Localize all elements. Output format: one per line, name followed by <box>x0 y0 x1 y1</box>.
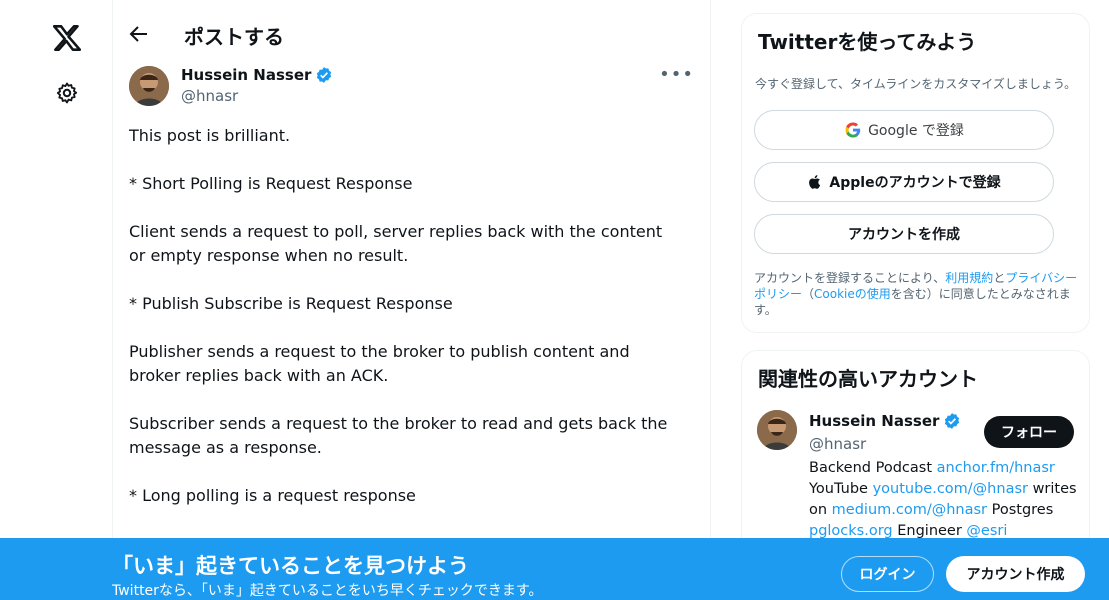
bio-link[interactable]: @esri <box>966 523 1007 539</box>
bio-link[interactable]: anchor.fm/hnasr <box>937 460 1055 476</box>
main-column: ポストする Hussein Nasser @hnasr ••• This pos… <box>112 0 711 600</box>
post-paragraph: This post is brilliant. <box>129 126 291 145</box>
related-bio: Backend Podcast anchor.fm/hnasr YouTube … <box>809 458 1079 542</box>
author-handle[interactable]: @hnasr <box>181 87 238 105</box>
post-paragraph: Client sends a request to poll, server r… <box>129 222 668 265</box>
apple-signup-button[interactable]: Appleのアカウントで登録 <box>754 162 1054 202</box>
login-button[interactable]: ログイン <box>841 556 934 592</box>
related-name[interactable]: Hussein Nasser <box>809 412 961 430</box>
header: ポストする <box>113 0 710 64</box>
google-signup-button[interactable]: Google で登録 <box>754 110 1054 150</box>
apple-icon <box>809 175 821 189</box>
legal-prefix: アカウントを登録することにより、 <box>754 271 946 285</box>
author-name[interactable]: Hussein Nasser <box>181 66 333 84</box>
post-text: This post is brilliant. * Short Polling … <box>129 124 669 532</box>
related-handle[interactable]: @hnasr <box>809 435 866 453</box>
signup-subtitle: 今すぐ登録して、タイムラインをカスタマイズしましょう。 <box>755 77 1077 91</box>
x-logo-icon[interactable] <box>50 21 84 55</box>
more-options-icon[interactable]: ••• <box>659 64 694 85</box>
create-account-label[interactable]: アカウントを作成 <box>848 224 960 244</box>
cookie-link[interactable]: Cookieの使用 <box>814 287 891 301</box>
legal-and: と <box>993 271 1006 285</box>
bio-text: Postgres <box>987 502 1054 518</box>
left-nav <box>0 0 112 600</box>
apple-signup-label[interactable]: Appleのアカウントで登録 <box>829 172 1000 192</box>
create-account-button[interactable]: アカウントを作成 <box>754 214 1054 254</box>
bio-link[interactable]: medium.com/@hnasr <box>832 502 987 518</box>
signup-banner: 「いま」起きていることを見つけよう Twitterなら、「いま」起きていることを… <box>0 538 1109 600</box>
post-paragraph: Publisher sends a request to the broker … <box>129 342 635 385</box>
bio-text: Backend Podcast <box>809 460 937 476</box>
legal-paren: （ <box>802 287 815 301</box>
signup-title: Twitterを使ってみよう <box>758 30 977 54</box>
post-paragraph: * Long polling is a request response <box>129 486 416 505</box>
banner-subtitle: Twitterなら、「いま」起きていることをいち早くチェックできます。 <box>112 583 543 599</box>
bio-text: YouTube <box>809 481 873 497</box>
back-arrow-icon[interactable] <box>127 22 151 46</box>
legal-text: アカウントを登録することにより、利用規約とプライバシーポリシー（Cookieの使… <box>754 270 1084 318</box>
signup-card: Twitterを使ってみよう 今すぐ登録して、タイムラインをカスタマイズしましょ… <box>741 13 1090 333</box>
google-signup-label[interactable]: Google で登録 <box>868 120 964 140</box>
related-name-text[interactable]: Hussein Nasser <box>809 412 939 430</box>
post-paragraph: Subscriber sends a request to the broker… <box>129 414 673 457</box>
author-name-text[interactable]: Hussein Nasser <box>181 66 311 84</box>
related-avatar[interactable] <box>757 410 797 450</box>
terms-link[interactable]: 利用規約 <box>945 271 993 285</box>
related-title: 関連性の高いアカウント <box>758 367 978 391</box>
avatar[interactable] <box>129 66 169 106</box>
page-title: ポストする <box>184 25 284 49</box>
banner-title: 「いま」起きていることを見つけよう <box>112 554 469 578</box>
google-icon <box>845 122 861 138</box>
verified-badge-icon <box>945 413 960 429</box>
banner-create-account-button[interactable]: アカウント作成 <box>946 556 1085 592</box>
bio-link[interactable]: pglocks.org <box>809 523 893 539</box>
bio-link[interactable]: youtube.com/@hnasr <box>873 481 1028 497</box>
follow-button[interactable]: フォロー <box>984 416 1074 448</box>
post-paragraph: * Publish Subscribe is Request Response <box>129 294 453 313</box>
verified-badge-icon <box>317 67 332 83</box>
gear-icon[interactable] <box>50 76 84 110</box>
post-paragraph: * Short Polling is Request Response <box>129 174 413 193</box>
bio-text: Engineer <box>892 523 967 539</box>
